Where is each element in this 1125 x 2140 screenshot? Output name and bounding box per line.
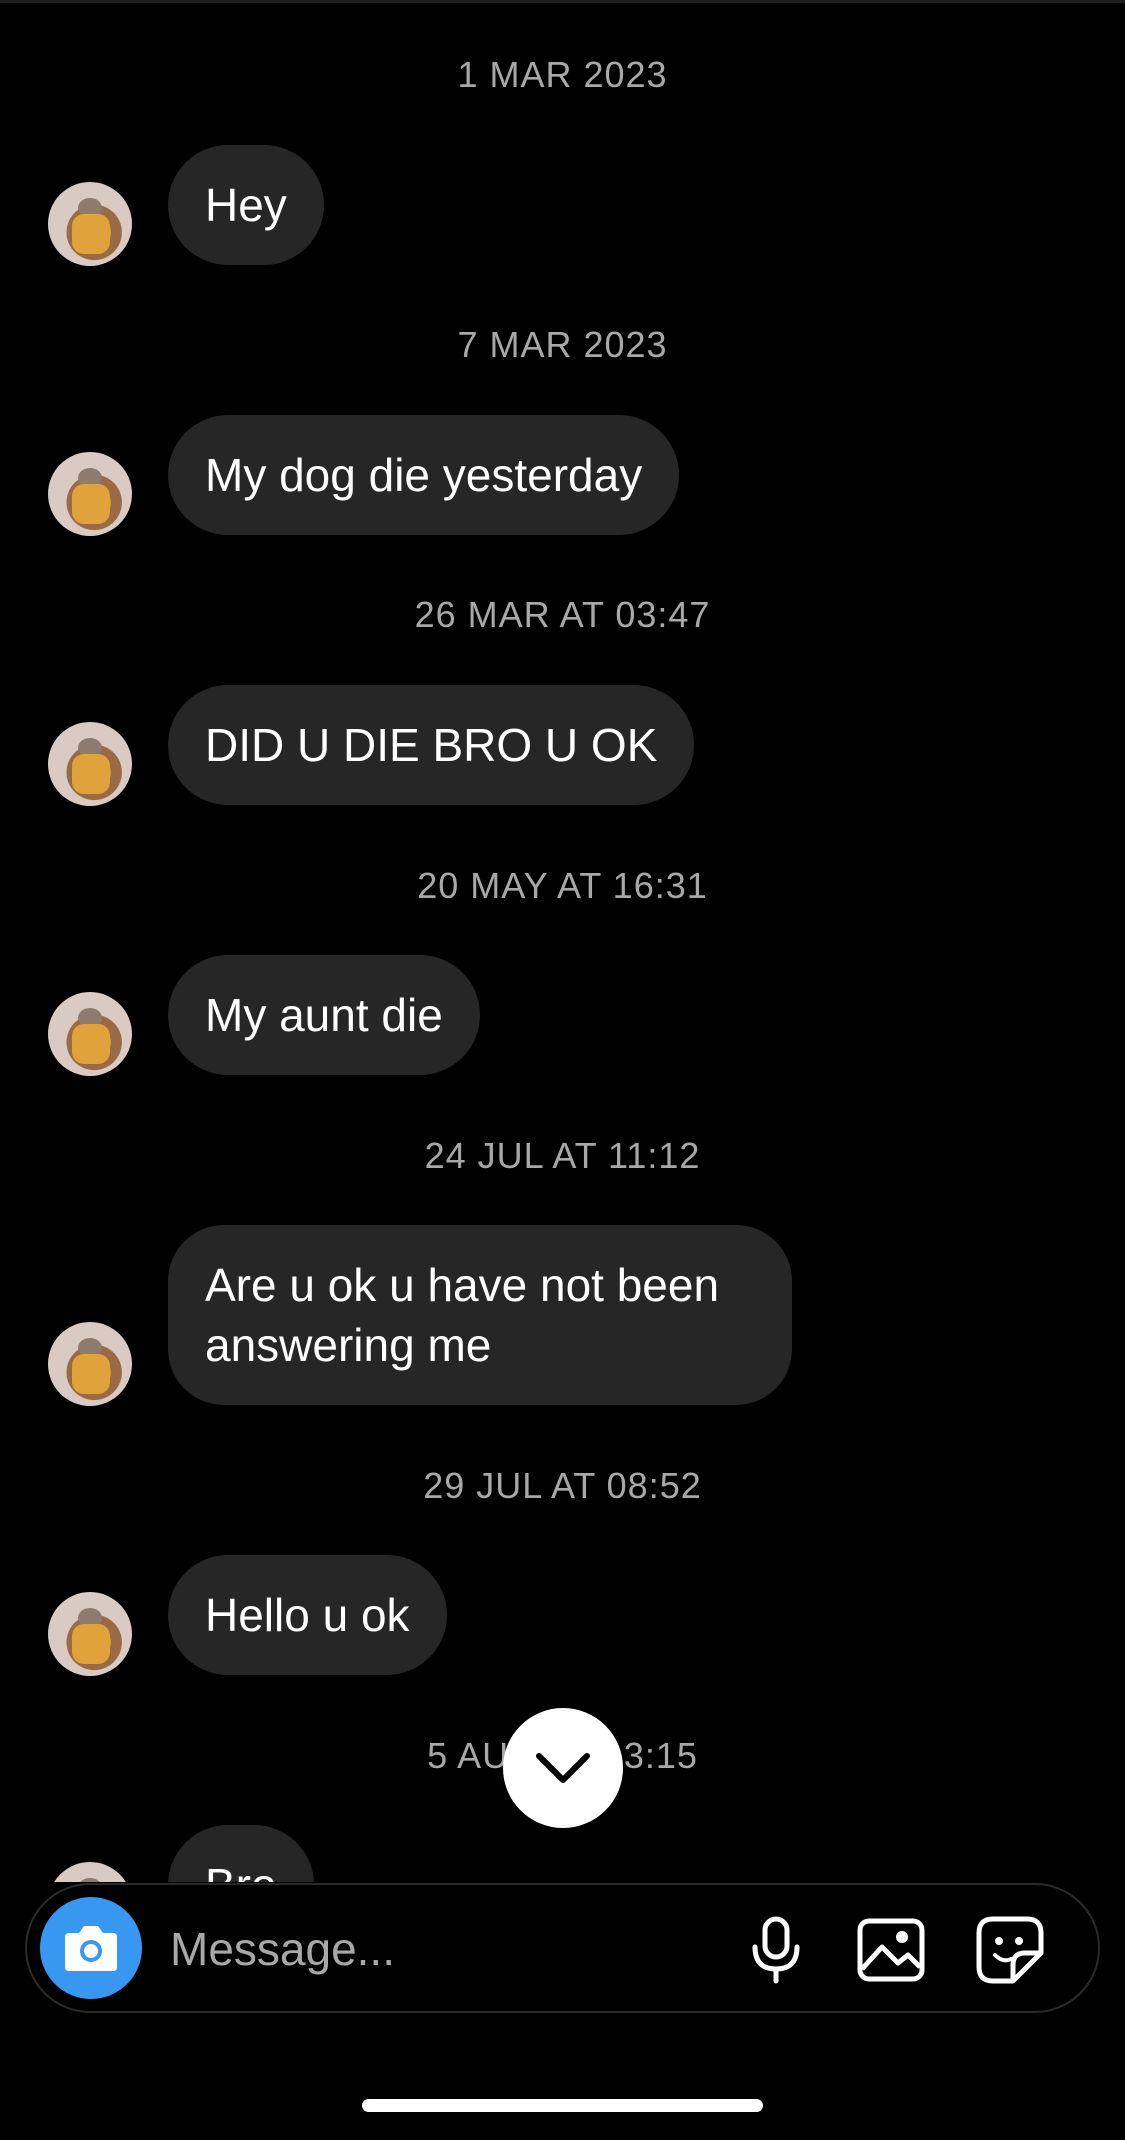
avatar[interactable] xyxy=(48,992,132,1076)
sticker-button[interactable] xyxy=(973,1913,1047,1987)
timestamp: 20 MAY AT 16:31 xyxy=(417,865,708,906)
timestamp: 29 JUL AT 08:52 xyxy=(423,1465,702,1506)
timestamp: 1 MAR 2023 xyxy=(457,54,668,95)
avatar[interactable] xyxy=(48,722,132,806)
timestamp: 7 MAR 2023 xyxy=(457,324,668,365)
message-bubble[interactable]: My aunt die xyxy=(168,955,480,1075)
avatar[interactable] xyxy=(48,452,132,536)
message-input[interactable] xyxy=(170,1915,710,1983)
gallery-icon xyxy=(857,1918,925,1982)
message-bubble[interactable]: My dog die yesterday xyxy=(168,415,680,535)
message-bubble[interactable]: Bro xyxy=(168,1825,314,1882)
timestamp: 26 MAR AT 03:47 xyxy=(414,594,711,635)
message-thread[interactable]: 1 MAR 2023 Hey 7 MAR 2023 My dog die yes… xyxy=(0,0,1125,1882)
message-bubble[interactable]: DID U DIE BRO U OK xyxy=(168,685,695,805)
message-bubble[interactable]: Hey xyxy=(168,145,324,265)
message-composer xyxy=(25,1883,1100,2013)
avatar[interactable] xyxy=(48,1592,132,1676)
camera-button[interactable] xyxy=(40,1897,142,1999)
dm-thread-screen: 1 MAR 2023 Hey 7 MAR 2023 My dog die yes… xyxy=(0,0,1125,2140)
avatar[interactable] xyxy=(48,182,132,266)
avatar[interactable] xyxy=(48,1862,132,1882)
avatar[interactable] xyxy=(48,1322,132,1406)
scroll-to-bottom-button[interactable] xyxy=(503,1708,623,1828)
message-bubble[interactable]: Are u ok u have not been answering me xyxy=(168,1225,792,1405)
home-indicator xyxy=(362,2099,763,2112)
gallery-button[interactable] xyxy=(854,1913,928,1987)
camera-icon xyxy=(65,1926,117,1971)
microphone-icon xyxy=(752,1916,800,1984)
chevron-down-icon xyxy=(536,1753,590,1783)
message-bubble[interactable]: Hello u ok xyxy=(168,1555,447,1675)
sticker-icon xyxy=(976,1916,1044,1984)
timestamp: 24 JUL AT 11:12 xyxy=(424,1135,701,1176)
microphone-button[interactable] xyxy=(739,1913,813,1987)
